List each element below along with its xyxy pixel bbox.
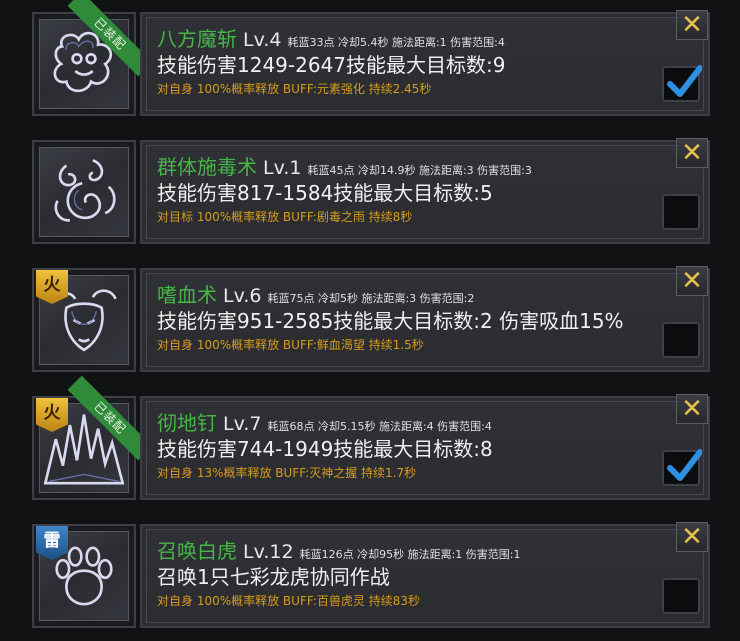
skill-info-panel: 群体施毒术 Lv.1 耗蓝45点 冷却14.9秒 施法距离:3 伤害范围:3 技能伤…	[140, 140, 710, 244]
skill-name: 八方魔斩	[157, 27, 237, 51]
equip-checkbox[interactable]	[662, 322, 700, 358]
skill-level: Lv.6	[223, 285, 262, 307]
skill-damage: 技能伤害951-2585技能最大目标数:2 伤害吸血15%	[157, 309, 624, 333]
skill-buff: 对目标 100%概率释放 BUFF:剧毒之雨 持续8秒	[157, 210, 413, 224]
skill-icon-frame[interactable]: 已装配	[32, 0, 153, 116]
skill-row: 已装配 八方魔斩 Lv.4 耗蓝33点 冷却5.4秒 施法距离:1 伤害范围:4 技…	[0, 0, 740, 120]
skill-row: 火 已装配 彻地钉 Lv.7 耗蓝68点 冷却5.15秒 施法距离:4 伤害范围:4…	[0, 375, 740, 504]
close-button[interactable]: ✕	[676, 394, 708, 424]
skill-icon-frame[interactable]: 火 已装配	[32, 375, 153, 500]
skill-name: 彻地钉	[157, 411, 217, 435]
skill-stats: 耗蓝68点 冷却5.15秒 施法距离:4 伤害范围:4	[267, 420, 492, 433]
poison-swirl-icon	[39, 147, 129, 237]
close-button[interactable]: ✕	[676, 10, 708, 40]
skill-stats: 耗蓝45点 冷却14.9秒 施法距离:3 伤害范围:3	[307, 164, 532, 177]
equip-checkbox[interactable]	[662, 449, 702, 486]
skill-level: Lv.1	[263, 157, 302, 179]
skill-level: Lv.12	[243, 541, 294, 563]
skill-row: 火 嗜血术 Lv.6 耗蓝75点 冷却5秒 施法距离:3 伤害范围:2 技能伤害95…	[0, 256, 740, 376]
skill-stats: 耗蓝126点 冷却95秒 施法距离:1 伤害范围:1	[299, 548, 521, 561]
skill-info-panel: 八方魔斩 Lv.4 耗蓝33点 冷却5.4秒 施法距离:1 伤害范围:4 技能伤害1…	[140, 12, 710, 116]
skill-name: 群体施毒术	[157, 155, 257, 179]
close-button[interactable]: ✕	[676, 266, 708, 296]
equip-checkbox[interactable]	[662, 65, 702, 102]
close-button[interactable]: ✕	[676, 522, 708, 552]
skill-damage: 技能伤害1249-2647技能最大目标数:9	[157, 53, 506, 77]
equip-checkbox[interactable]	[662, 578, 700, 614]
skill-damage: 技能伤害744-1949技能最大目标数:8	[157, 437, 493, 461]
checkmark-icon	[667, 65, 702, 97]
close-button[interactable]: ✕	[676, 138, 708, 168]
skill-icon-frame[interactable]	[32, 140, 136, 244]
skill-name: 召唤白虎	[157, 539, 237, 563]
skill-buff: 对自身 100%概率释放 BUFF:元素强化 持续2.45秒	[157, 82, 432, 96]
checkmark-icon	[667, 449, 702, 481]
skill-stats: 耗蓝33点 冷却5.4秒 施法距离:1 伤害范围:4	[287, 36, 505, 49]
skill-buff: 对自身 13%概率释放 BUFF:灭神之握 持续1.7秒	[157, 466, 417, 480]
skill-info-panel: 彻地钉 Lv.7 耗蓝68点 冷却5.15秒 施法距离:4 伤害范围:4 技能伤害7…	[140, 396, 710, 500]
skill-info-panel: 嗜血术 Lv.6 耗蓝75点 冷却5秒 施法距离:3 伤害范围:2 技能伤害951-…	[140, 268, 710, 372]
skill-icon-frame[interactable]: 火	[32, 268, 136, 372]
skill-name: 嗜血术	[157, 283, 217, 307]
equip-checkbox[interactable]	[662, 194, 700, 230]
skill-icon-frame[interactable]: 雷	[32, 524, 136, 628]
skill-row: 群体施毒术 Lv.1 耗蓝45点 冷却14.9秒 施法距离:3 伤害范围:3 技能伤…	[0, 128, 740, 248]
skill-stats: 耗蓝75点 冷却5秒 施法距离:3 伤害范围:2	[267, 292, 475, 305]
skill-buff: 对自身 100%概率释放 BUFF:鲜血渴望 持续1.5秒	[157, 338, 424, 352]
skill-info-panel: 召唤白虎 Lv.12 耗蓝126点 冷却95秒 施法距离:1 伤害范围:1 召唤1只…	[140, 524, 710, 628]
skill-buff: 对自身 100%概率释放 BUFF:百兽虎灵 持续83秒	[157, 594, 420, 608]
skill-level: Lv.7	[223, 413, 262, 435]
skill-level: Lv.4	[243, 29, 282, 51]
skill-row: 雷 召唤白虎 Lv.12 耗蓝126点 冷却95秒 施法距离:1 伤害范围:1 召唤…	[0, 512, 740, 632]
skill-damage: 召唤1只七彩龙虎协同作战	[157, 565, 390, 589]
skill-damage: 技能伤害817-1584技能最大目标数:5	[157, 181, 493, 205]
